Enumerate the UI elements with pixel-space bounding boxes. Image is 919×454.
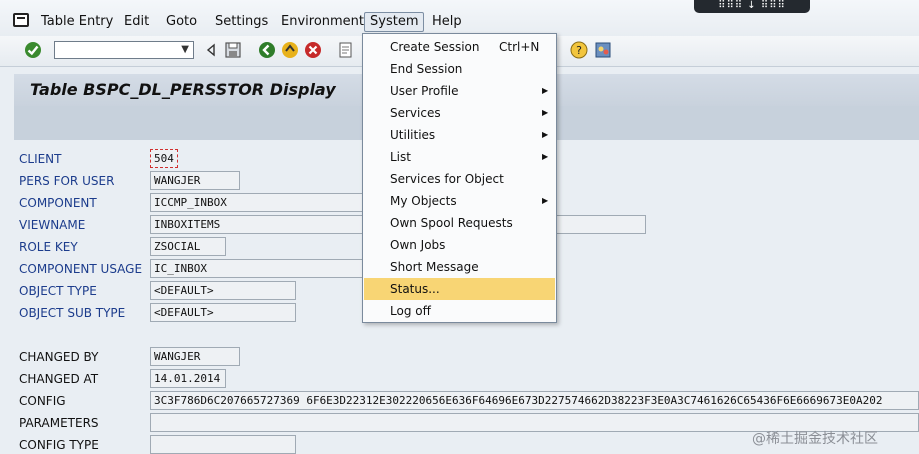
- menu-item-my-objects[interactable]: My Objects ▶: [364, 190, 555, 212]
- save-icon[interactable]: [224, 41, 242, 59]
- menu-item-create-session[interactable]: Create Session Ctrl+N: [364, 36, 555, 58]
- label-client: CLIENT: [19, 152, 62, 166]
- role-key-field[interactable]: ZSOCIAL: [150, 237, 226, 256]
- menu-item-user-profile[interactable]: User Profile ▶: [364, 80, 555, 102]
- watermark: @稀土掘金技术社区: [752, 431, 878, 447]
- menu-item-log-off[interactable]: Log off: [364, 300, 555, 322]
- changed-at-field[interactable]: 14.01.2014: [150, 369, 226, 388]
- submenu-arrow-icon: ▶: [542, 152, 549, 161]
- component-field[interactable]: ICCMP_INBOX: [150, 193, 364, 212]
- label-component-usage: COMPONENT USAGE: [19, 262, 143, 276]
- label-changed-at: CHANGED AT: [19, 372, 99, 386]
- cancel-icon[interactable]: [304, 41, 322, 59]
- chevron-down-icon[interactable]: ▼: [181, 44, 189, 55]
- object-type-field[interactable]: <DEFAULT>: [150, 281, 296, 300]
- menu-system[interactable]: System: [364, 12, 425, 32]
- menu-item-status[interactable]: Status...: [364, 278, 555, 300]
- collapse-left-icon[interactable]: [202, 41, 220, 59]
- layout-settings-icon[interactable]: [594, 41, 612, 59]
- enter-check-icon[interactable]: [24, 41, 42, 59]
- config-type-field[interactable]: [150, 435, 296, 454]
- label-config-type: CONFIG TYPE: [19, 438, 99, 452]
- menu-item-services[interactable]: Services ▶: [364, 102, 555, 124]
- object-sub-type-field[interactable]: <DEFAULT>: [150, 303, 296, 322]
- menu-edit[interactable]: Edit: [124, 14, 149, 30]
- print-icon[interactable]: [337, 41, 355, 59]
- menu-item-own-spool-requests[interactable]: Own Spool Requests: [364, 212, 555, 234]
- menu-item-utilities[interactable]: Utilities ▶: [364, 124, 555, 146]
- config-field[interactable]: 3C3F786D6C207665727369 6F6E3D22312E30222…: [150, 391, 919, 410]
- submenu-arrow-icon: ▶: [542, 86, 549, 95]
- label-config: CONFIG: [19, 394, 66, 408]
- command-field[interactable]: ▼: [54, 41, 194, 59]
- exit-icon[interactable]: [281, 41, 299, 59]
- menu-goto[interactable]: Goto: [166, 14, 197, 30]
- menu-item-own-jobs[interactable]: Own Jobs: [364, 234, 555, 256]
- menu-help[interactable]: Help: [432, 14, 462, 30]
- changed-by-field[interactable]: WANGJER: [150, 347, 240, 366]
- submenu-arrow-icon: ▶: [542, 130, 549, 139]
- overlay-bar[interactable]: ⠿⠿⠿ ↓ ⠿⠿⠿: [694, 0, 810, 13]
- client-field[interactable]: 504: [150, 149, 178, 168]
- label-object-sub-type: OBJECT SUB TYPE: [19, 306, 126, 320]
- window-icon[interactable]: [13, 13, 29, 27]
- label-object-type: OBJECT TYPE: [19, 284, 97, 298]
- menu-environment[interactable]: Environment: [281, 14, 364, 30]
- label-component: COMPONENT: [19, 196, 97, 210]
- back-icon[interactable]: [258, 41, 276, 59]
- pers-for-user-field[interactable]: WANGJER: [150, 171, 240, 190]
- label-parameters: PARAMETERS: [19, 416, 99, 430]
- svg-text:?: ?: [576, 44, 582, 57]
- component-usage-field[interactable]: IC_INBOX: [150, 259, 364, 278]
- label-changed-by: CHANGED BY: [19, 350, 99, 364]
- menu-item-list[interactable]: List ▶: [364, 146, 555, 168]
- menu-item-end-session[interactable]: End Session: [364, 58, 555, 80]
- menu-settings[interactable]: Settings: [215, 14, 268, 30]
- label-role-key: ROLE KEY: [19, 240, 78, 254]
- label-pers-for-user: PERS FOR USER: [19, 174, 115, 188]
- menu-item-services-for-object[interactable]: Services for Object: [364, 168, 555, 190]
- label-viewname: VIEWNAME: [19, 218, 86, 232]
- help-icon[interactable]: ?: [570, 41, 588, 59]
- submenu-arrow-icon: ▶: [542, 108, 549, 117]
- submenu-arrow-icon: ▶: [542, 196, 549, 205]
- system-menu-dropdown: Create Session Ctrl+N End Session User P…: [362, 33, 557, 323]
- menu-item-short-message[interactable]: Short Message: [364, 256, 555, 278]
- menu-table-entry[interactable]: Table Entry: [41, 14, 113, 30]
- shortcut-label: Ctrl+N: [499, 40, 540, 54]
